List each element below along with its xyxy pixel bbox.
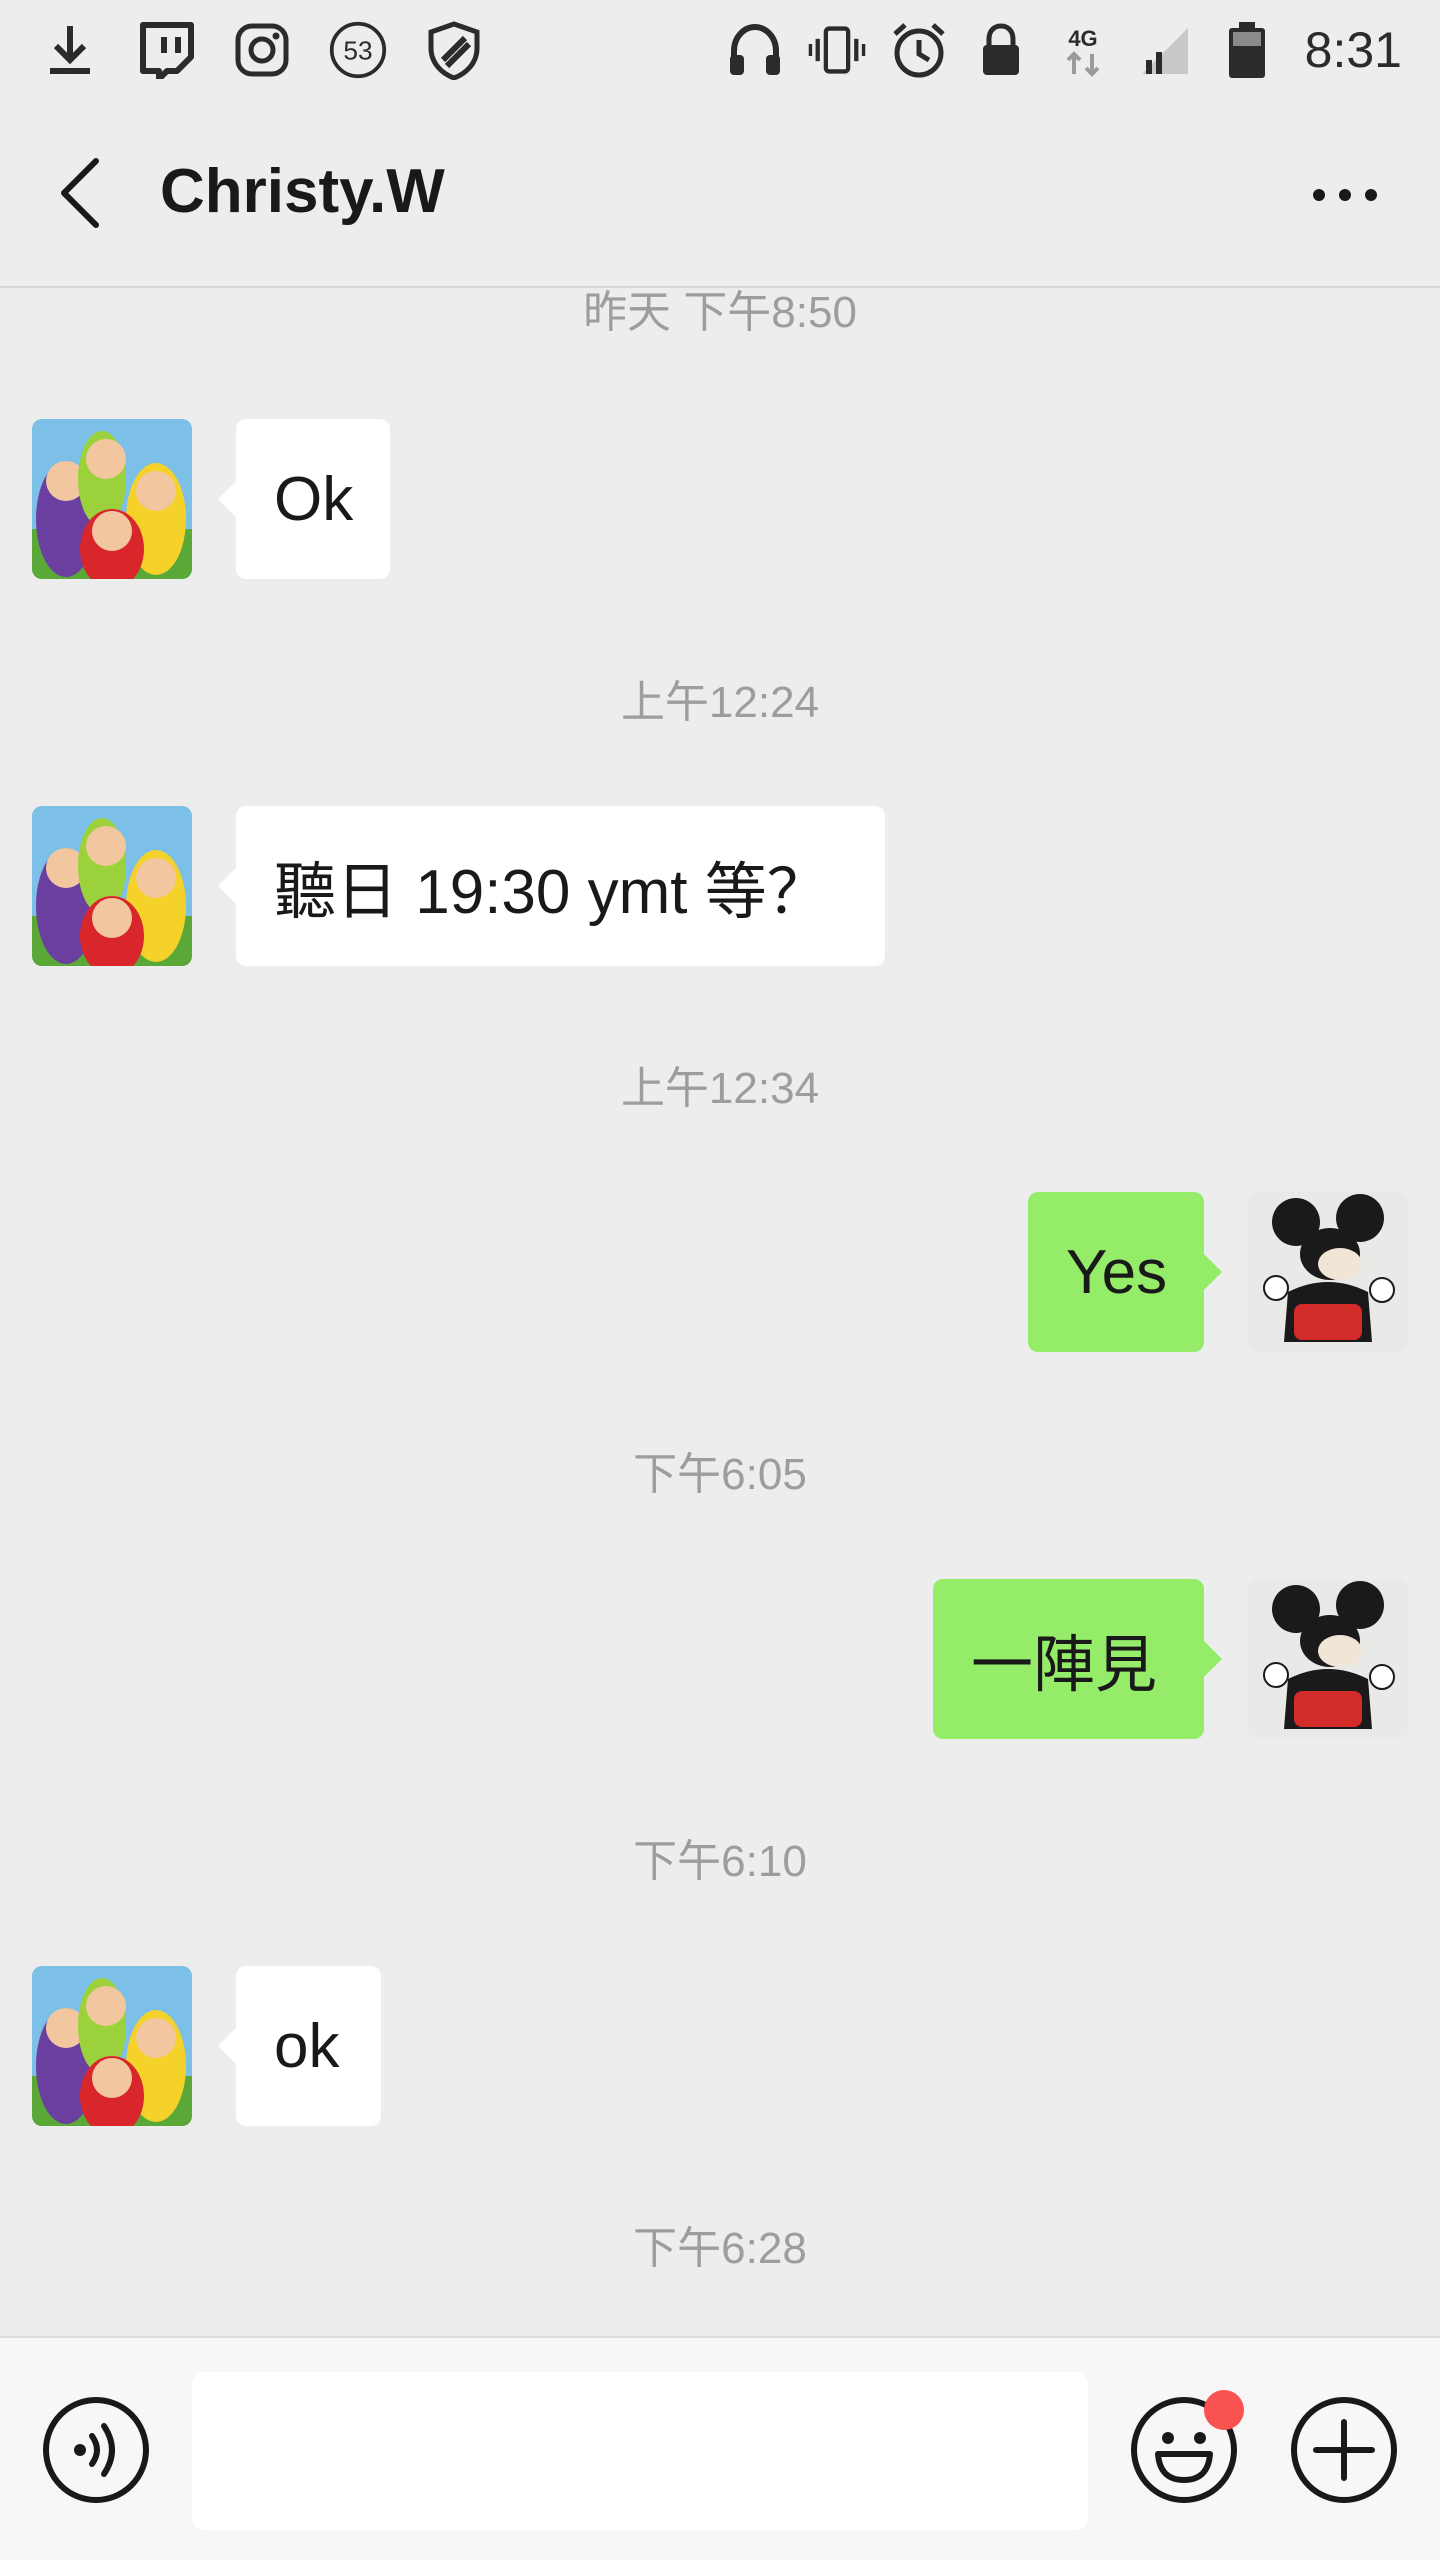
my-avatar[interactable] (1248, 1192, 1408, 1352)
timestamp: 昨天 下午8:50 (583, 288, 857, 337)
contact-avatar[interactable] (32, 806, 192, 966)
vibrate-icon (807, 20, 867, 80)
status-bar: 53 4G 8:31 (0, 0, 1440, 100)
wechat-chat-screen: 53 4G 8:31 Christy.W 昨天 下午8:50 Ok 上午12:2… (0, 0, 1440, 2560)
message-bubble[interactable]: 一陣見 (933, 1579, 1222, 1739)
voice-icon (43, 2397, 149, 2503)
message-incoming: 聽日 19:30 ymt 等？ (0, 806, 1440, 966)
mickey-avatar-icon (1248, 1192, 1408, 1352)
status-bar-right: 4G 8:31 (725, 20, 1440, 80)
chevron-left-icon (61, 158, 99, 228)
timestamp: 下午6:28 (633, 2224, 807, 2273)
timestamp: 上午12:24 (620, 678, 820, 727)
timestamp: 下午6:05 (633, 1450, 807, 1499)
more-options-button[interactable] (1290, 150, 1400, 240)
input-bar (0, 2336, 1440, 2560)
my-avatar[interactable] (1248, 1579, 1408, 1739)
clock: 8:31 (1304, 22, 1402, 78)
instagram-icon (232, 20, 292, 80)
timestamp: 下午6:10 (633, 1837, 807, 1886)
network-type: 4G (1068, 26, 1097, 51)
voice-input-button[interactable] (40, 2394, 152, 2506)
more-dot-icon (1365, 189, 1377, 201)
plus-circle-icon (1291, 2397, 1397, 2503)
message-incoming: ok (0, 1966, 1440, 2126)
contact-name: Christy.W (160, 157, 445, 226)
headphones-icon (725, 20, 785, 80)
message-outgoing: 一陣見 (0, 1579, 1440, 1739)
emoji-badge-dot (1204, 2390, 1244, 2430)
message-bubble[interactable]: Ok (218, 419, 390, 579)
message-list[interactable]: 昨天 下午8:50 Ok 上午12:24 聽日 19:30 ymt 等？ 上午1… (0, 286, 1440, 2336)
signal-icon (1135, 20, 1195, 80)
shield-icon (424, 20, 484, 80)
status-bar-left: 53 (0, 20, 484, 80)
back-button[interactable] (40, 148, 120, 238)
mobile-data-icon: 4G (1053, 20, 1113, 80)
message-outgoing: Yes (0, 1192, 1440, 1352)
teletubbies-avatar-icon (32, 1966, 192, 2126)
battery-icon (1217, 20, 1277, 80)
message-bubble[interactable]: Yes (1028, 1192, 1222, 1352)
message-bubble[interactable]: ok (218, 1966, 381, 2126)
mickey-avatar-icon (1248, 1579, 1408, 1739)
teletubbies-avatar-icon (32, 419, 192, 579)
download-icon (40, 20, 100, 80)
notification-count-icon: 53 (328, 20, 388, 80)
notification-count: 53 (343, 35, 372, 65)
teletubbies-avatar-icon (32, 806, 192, 966)
lock-icon (971, 20, 1031, 80)
more-actions-button[interactable] (1288, 2394, 1400, 2506)
emoji-button[interactable] (1128, 2390, 1244, 2506)
twitch-icon (136, 20, 196, 80)
timestamp: 上午12:34 (620, 1064, 820, 1113)
more-dot-icon (1339, 189, 1351, 201)
message-bubble[interactable]: 聽日 19:30 ymt 等？ (218, 806, 885, 966)
message-input[interactable] (192, 2372, 1088, 2530)
alarm-icon (889, 20, 949, 80)
contact-avatar[interactable] (32, 1966, 192, 2126)
chat-header: Christy.W (0, 100, 1440, 288)
contact-avatar[interactable] (32, 419, 192, 579)
more-dot-icon (1313, 189, 1325, 201)
message-incoming: Ok (0, 419, 1440, 579)
